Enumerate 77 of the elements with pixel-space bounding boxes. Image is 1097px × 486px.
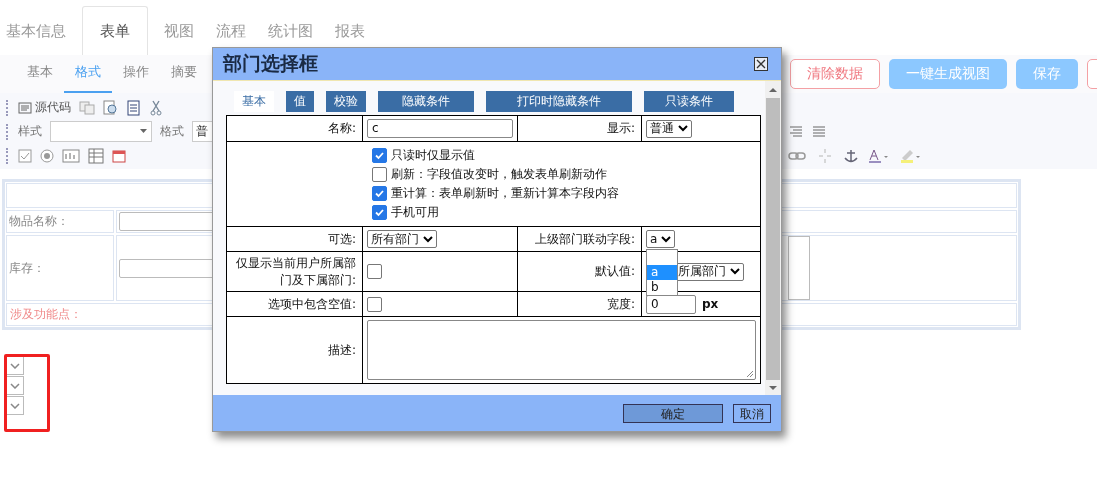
chevron-icon (678, 125, 688, 132)
dialog-title: 部门选择框 (223, 51, 318, 76)
resize-handle-icon[interactable] (746, 370, 754, 378)
field-label: 名称: (327, 121, 356, 135)
copy-icon[interactable] (79, 100, 95, 115)
source-code-button[interactable]: 源代码 (18, 99, 71, 116)
field-label: 可选: (327, 231, 356, 246)
chevron-icon (730, 268, 740, 275)
link-icon[interactable] (788, 149, 806, 162)
align-right-icon[interactable] (788, 125, 802, 138)
dialog-button[interactable]: 取消 (733, 403, 771, 423)
checkbox[interactable] (372, 167, 387, 182)
document-icon[interactable] (127, 99, 141, 116)
field-label: 显示: (606, 121, 635, 135)
check-icon (374, 207, 385, 218)
justify-icon[interactable] (812, 125, 826, 138)
sub-tab[interactable]: 摘要 (160, 55, 208, 93)
text-area[interactable] (788, 236, 810, 300)
field-label: 默认值: (594, 264, 635, 278)
display-select[interactable]: 普通 (646, 119, 692, 138)
scrollbar[interactable] (765, 81, 781, 395)
page-tab[interactable]: 基本信息 (0, 7, 82, 55)
field-label: 描述: (327, 342, 356, 357)
chevron-icon (10, 402, 20, 409)
field-label: 库存： (6, 235, 114, 301)
checkbox-icon[interactable] (18, 148, 32, 163)
page-tab[interactable]: 视图 (158, 7, 210, 55)
sub-tab[interactable]: 基本 (16, 55, 64, 93)
field-label: 上级部门联动字段: (534, 231, 635, 246)
chevron-icon (10, 362, 20, 369)
check-icon (374, 188, 385, 199)
scroll-down-icon[interactable] (769, 386, 777, 391)
optional-select[interactable]: 所有部门 (367, 230, 437, 248)
field-label: 物品名称： (6, 210, 114, 233)
checkbox[interactable] (372, 205, 387, 220)
chevron-icon (10, 382, 20, 389)
field-label: 仅显示当前用户所属部门及下属部门: (235, 254, 356, 289)
checkbox-label: 刷新：字段值改变时，触发表单刷新动作 (391, 166, 607, 183)
chevron-icon (423, 235, 433, 243)
text-field-icon[interactable] (62, 148, 80, 163)
dialog-tab[interactable]: 基本 (234, 91, 274, 112)
description-field[interactable] (367, 320, 756, 380)
caret-icon (140, 129, 147, 133)
sub-tab[interactable]: 操作 (112, 55, 160, 93)
dialog-tab[interactable]: 只读条件 (644, 91, 734, 112)
preview-icon[interactable] (103, 99, 119, 116)
radio-icon[interactable] (40, 148, 54, 163)
style-label: 样式 (18, 123, 42, 140)
checkbox-label: 手机可用 (391, 204, 439, 221)
calendar-icon[interactable] (112, 148, 126, 163)
check-icon (374, 150, 385, 161)
cut-icon[interactable] (149, 99, 163, 116)
chevron-icon (661, 235, 672, 243)
dialog-button[interactable]: 确定 (623, 403, 723, 423)
dialog-tab[interactable]: 打印时隐藏条件 (486, 91, 632, 112)
page-tab[interactable]: 表单 (82, 6, 148, 55)
code-icon (18, 101, 32, 114)
close-icon[interactable] (754, 57, 768, 71)
dialog-tab[interactable]: 值 (286, 91, 314, 112)
font-color-icon[interactable] (868, 147, 890, 164)
parent-field-select[interactable]: a (646, 230, 676, 248)
checkbox[interactable] (372, 186, 387, 201)
checkbox-label: 重计算：表单刷新时，重新计算本字段内容 (391, 185, 619, 202)
checkbox[interactable] (367, 296, 382, 312)
action-button[interactable]: 清除数据 (790, 59, 880, 89)
dialog-tab[interactable]: 校验 (326, 91, 366, 112)
format-label: 格式 (160, 123, 184, 140)
name-field[interactable]: c (367, 119, 513, 138)
menu-option[interactable]: a (647, 265, 677, 280)
menu-option[interactable]: b (647, 280, 677, 295)
checkbox-label: 只读时仅显示值 (391, 147, 475, 164)
anchor-icon[interactable] (844, 147, 858, 164)
width-field[interactable]: 0 (646, 294, 696, 314)
checkbox[interactable] (372, 148, 387, 163)
table-icon[interactable] (88, 147, 104, 164)
checkbox[interactable] (367, 264, 382, 279)
dialog-tab[interactable]: 隐藏条件 (378, 91, 474, 112)
